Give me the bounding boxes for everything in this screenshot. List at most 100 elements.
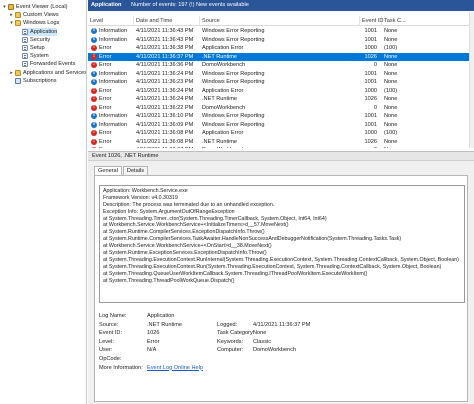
event-level: Error xyxy=(99,130,112,136)
log-icon xyxy=(22,28,28,35)
column-header-task-category[interactable]: Task C... xyxy=(382,16,422,26)
event-date: 4/11/2021 11:36:08 PM xyxy=(136,130,194,136)
tree-item[interactable]: Windows Logs xyxy=(15,19,59,27)
expand-icon[interactable]: ▸ xyxy=(9,69,14,77)
tree-item[interactable]: Security xyxy=(22,36,50,44)
tree-item-label: Custom Views xyxy=(23,12,59,19)
event-row[interactable]: i Information 4/11/2021 11:36:23 PM Windows… xyxy=(88,78,474,87)
event-row[interactable]: ! Error 4/11/2021 11:36:37 PM .NET Runtime 1… xyxy=(88,52,474,61)
column-header-source[interactable]: Source xyxy=(200,16,360,26)
event-task-category: None xyxy=(384,28,398,34)
tree-item[interactable]: Applications and Services Lo xyxy=(15,69,87,77)
event-task-category: None xyxy=(384,62,398,68)
column-header-event-id[interactable]: Event ID xyxy=(360,16,383,26)
event-list-scrollbar[interactable] xyxy=(469,12,474,148)
event-task-category: None xyxy=(384,146,424,148)
event-date: 4/11/2021 11:36:24 PM xyxy=(136,87,194,94)
event-row[interactable]: i Information 4/11/2021 11:36:10 PM Windows… xyxy=(88,112,474,121)
event-date: 4/11/2021 11:36:23 PM xyxy=(136,79,194,85)
tree-item-label: Forwarded Events xyxy=(30,61,76,68)
collapse-icon[interactable]: ▾ xyxy=(2,3,7,11)
tree-item-label: Applications and Services Lo xyxy=(23,69,87,76)
logged-label: Logged: xyxy=(217,321,238,328)
description-line: at System.Runtime.CompilerServices.TaskA… xyxy=(103,236,402,243)
column-header-date[interactable]: Date and Time xyxy=(134,16,200,26)
event-date: 4/11/2021 11:36:37 PM xyxy=(136,53,194,60)
column-header-level[interactable]: Level xyxy=(88,16,134,26)
tree-item[interactable]: Setup xyxy=(22,44,45,52)
event-id: 1026 xyxy=(364,138,377,145)
event-level: Information xyxy=(99,36,127,43)
tree-item-label: Application xyxy=(30,28,58,35)
event-source: .NET Runtime xyxy=(202,138,238,145)
event-source: Application Error xyxy=(202,130,244,136)
computer-value: DomoWorkbench xyxy=(253,347,297,354)
error-icon: ! xyxy=(91,130,97,137)
folder-icon xyxy=(15,69,21,76)
general-tab-panel: Application: Workbench.Service.exe Framew… xyxy=(94,175,468,402)
tree-item[interactable]: Event Viewer (Local) xyxy=(8,3,68,11)
tree-item[interactable]: System xyxy=(22,52,49,60)
more-information-label: More Information: xyxy=(99,364,143,371)
level-label: Level: xyxy=(99,338,114,345)
event-row[interactable]: i Information 4/11/2021 11:36:24 PM Windows… xyxy=(88,70,474,79)
event-task-category: None xyxy=(384,53,398,60)
event-properties: Log Name: Application Source: .NET Runti… xyxy=(99,312,465,372)
event-row[interactable]: ! Error 4/11/2021 11:36:36 PM DomoWorkbench… xyxy=(88,61,474,70)
event-description-box[interactable]: Application: Workbench.Service.exe Framew… xyxy=(99,185,465,303)
tab-details[interactable]: Details xyxy=(122,166,149,175)
information-icon: i xyxy=(91,113,97,120)
event-row[interactable]: ! Error 4/11/2021 11:36:38 PM Application E… xyxy=(88,44,474,53)
event-source: Windows Error Reporting xyxy=(202,28,265,34)
event-source: DomoWorkbench xyxy=(202,104,246,111)
event-id: 1001 xyxy=(364,79,377,85)
keywords-label: Keywords: xyxy=(217,338,244,345)
description-line: at System.Threading.ExecutionContext.Run… xyxy=(103,263,442,270)
information-icon: i xyxy=(91,28,97,35)
user-value: N/A xyxy=(147,347,157,354)
event-date: 4/11/2021 11:36:09 PM xyxy=(136,121,194,128)
event-date: 4/11/2021 11:36:07 PM xyxy=(136,146,198,148)
folder-icon xyxy=(15,20,21,27)
event-id: 1001 xyxy=(364,121,377,128)
event-row[interactable]: i Information 4/11/2021 11:36:43 PM Windows… xyxy=(88,36,474,45)
event-list[interactable]: Level Date and Time Source Event ID Task… xyxy=(88,12,474,148)
error-icon: ! xyxy=(91,45,97,52)
event-row[interactable]: ! Error 4/11/2021 11:36:22 PM DomoWorkbench… xyxy=(88,104,474,113)
event-row[interactable]: !Error 4/11/2021 11:36:07 PM DomoWorkbench… xyxy=(88,146,474,148)
description-line: at System.Threading.ExecutionContext.Run… xyxy=(103,256,459,263)
tree-item[interactable]: Application xyxy=(22,27,58,36)
expand-icon[interactable]: ▸ xyxy=(9,11,14,19)
event-id: 1000 xyxy=(364,130,377,136)
detail-tabs: General Details xyxy=(94,166,149,176)
event-row[interactable]: ! Error 4/11/2021 11:36:08 PM .NET Runtime 1… xyxy=(88,138,474,147)
tree-item[interactable]: Forwarded Events xyxy=(22,60,75,68)
tree-item-label: Event Viewer (Local) xyxy=(16,4,68,10)
event-id: 0 xyxy=(360,146,377,148)
event-date: 4/11/2021 11:36:38 PM xyxy=(136,45,194,51)
event-date: 4/11/2021 11:36:43 PM xyxy=(136,36,194,43)
computer-label: Computer: xyxy=(217,347,244,354)
event-level: Error xyxy=(99,146,111,148)
event-date: 4/11/2021 11:36:08 PM xyxy=(136,138,194,145)
error-icon: ! xyxy=(91,147,97,148)
level-value: Error xyxy=(147,338,160,345)
tree-item-label: System xyxy=(30,53,49,60)
event-row[interactable]: i Information 4/11/2021 11:36:43 PM Windows… xyxy=(88,27,474,36)
collapse-icon[interactable]: ▾ xyxy=(9,19,14,27)
log-header-info: Number of events: 197 (!) New events ava… xyxy=(131,2,249,8)
event-row[interactable]: ! Error 4/11/2021 11:36:24 PM Application E… xyxy=(88,87,474,96)
information-icon: i xyxy=(91,36,97,43)
task-category-label: Task Category: xyxy=(217,330,255,337)
event-log-online-help-link[interactable]: Event Log Online Help xyxy=(147,364,203,373)
event-row[interactable]: ! Error 4/11/2021 11:36:08 PM Application E… xyxy=(88,129,474,138)
event-row[interactable]: ! Error 4/11/2021 11:36:24 PM .NET Runtime 1… xyxy=(88,95,474,104)
folder-icon xyxy=(15,12,21,19)
tree-item[interactable]: Custom Views xyxy=(15,11,59,19)
event-row[interactable]: i Information 4/11/2021 11:36:09 PM Windows… xyxy=(88,121,474,130)
tree-item[interactable]: Subscriptions xyxy=(15,77,57,85)
log-icon xyxy=(22,36,28,43)
event-level: Error xyxy=(99,87,112,94)
navigation-tree: ▾ Event Viewer (Local) ▸ Custom Views ▾ Windo… xyxy=(0,0,87,404)
error-icon: ! xyxy=(91,62,97,69)
